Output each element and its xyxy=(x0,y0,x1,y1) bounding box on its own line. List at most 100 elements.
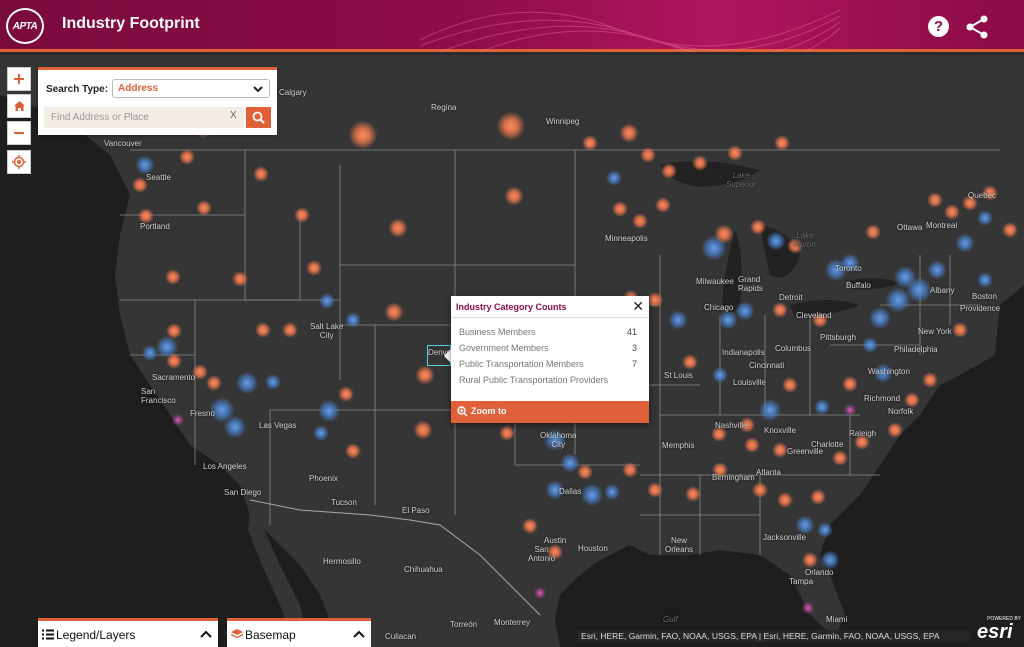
member-marker[interactable] xyxy=(820,550,840,570)
member-marker[interactable] xyxy=(166,353,182,369)
member-marker[interactable] xyxy=(415,365,435,385)
zoom-to-button[interactable]: Zoom to xyxy=(451,401,649,423)
member-marker[interactable] xyxy=(206,375,222,391)
member-marker[interactable] xyxy=(682,354,698,370)
member-marker[interactable] xyxy=(927,260,947,280)
basemap-button[interactable]: Basemap xyxy=(227,618,371,647)
member-marker[interactable] xyxy=(922,372,938,388)
member-marker[interactable] xyxy=(944,204,960,220)
member-marker[interactable] xyxy=(952,322,968,338)
member-marker[interactable] xyxy=(647,292,663,308)
member-marker[interactable] xyxy=(622,462,638,478)
member-marker[interactable] xyxy=(306,260,322,276)
member-marker[interactable] xyxy=(345,443,361,459)
member-marker[interactable] xyxy=(582,135,598,151)
member-marker[interactable] xyxy=(655,197,671,213)
member-marker[interactable] xyxy=(661,163,677,179)
member-marker[interactable] xyxy=(692,155,708,171)
member-marker[interactable] xyxy=(255,322,271,338)
member-marker[interactable] xyxy=(135,155,155,175)
member-marker[interactable] xyxy=(606,170,622,186)
search-type-select[interactable]: Address xyxy=(112,79,270,98)
member-marker[interactable] xyxy=(265,374,281,390)
member-marker[interactable] xyxy=(533,586,547,600)
member-marker[interactable] xyxy=(632,213,648,229)
home-button[interactable] xyxy=(7,94,31,118)
member-marker[interactable] xyxy=(685,486,701,502)
member-marker[interactable] xyxy=(668,310,688,330)
member-marker[interactable] xyxy=(752,482,768,498)
member-marker[interactable] xyxy=(772,442,788,458)
member-marker[interactable] xyxy=(253,166,269,182)
member-marker[interactable] xyxy=(577,464,593,480)
member-marker[interactable] xyxy=(338,386,354,402)
member-marker[interactable] xyxy=(862,337,878,353)
member-marker[interactable] xyxy=(842,376,858,392)
member-marker[interactable] xyxy=(744,437,760,453)
member-marker[interactable] xyxy=(294,207,310,223)
member-marker[interactable] xyxy=(282,322,298,338)
search-button[interactable] xyxy=(246,107,271,128)
member-marker[interactable] xyxy=(868,306,892,330)
member-marker[interactable] xyxy=(782,377,798,393)
help-circle-icon[interactable]: ? xyxy=(928,16,949,37)
member-marker[interactable] xyxy=(774,135,790,151)
close-icon[interactable]: ✕ xyxy=(632,298,644,315)
member-marker[interactable] xyxy=(758,398,782,422)
member-marker[interactable] xyxy=(388,218,408,238)
member-marker[interactable] xyxy=(619,123,639,143)
member-marker[interactable] xyxy=(777,492,793,508)
zoom-out-button[interactable] xyxy=(7,121,31,145)
member-marker[interactable] xyxy=(580,483,604,507)
member-marker[interactable] xyxy=(1002,222,1018,238)
zoom-in-button[interactable] xyxy=(7,67,31,91)
member-marker[interactable] xyxy=(235,371,259,395)
clear-search-button[interactable]: X xyxy=(230,110,237,121)
member-marker[interactable] xyxy=(802,552,818,568)
member-marker[interactable] xyxy=(887,422,903,438)
member-marker[interactable] xyxy=(712,367,728,383)
member-marker[interactable] xyxy=(179,149,195,165)
member-marker[interactable] xyxy=(640,147,656,163)
member-marker[interactable] xyxy=(647,482,663,498)
share-icon[interactable] xyxy=(964,14,990,40)
member-marker[interactable] xyxy=(865,224,881,240)
member-marker[interactable] xyxy=(319,293,335,309)
member-marker[interactable] xyxy=(718,310,738,330)
member-marker[interactable] xyxy=(832,450,848,466)
member-marker[interactable] xyxy=(735,301,755,321)
member-marker[interactable] xyxy=(714,224,734,244)
member-marker[interactable] xyxy=(499,425,515,441)
member-marker[interactable] xyxy=(560,453,580,473)
member-marker[interactable] xyxy=(814,399,830,415)
member-marker[interactable] xyxy=(750,219,766,235)
member-marker[interactable] xyxy=(612,201,628,217)
member-marker[interactable] xyxy=(223,415,247,439)
member-marker[interactable] xyxy=(977,210,993,226)
member-marker[interactable] xyxy=(165,269,181,285)
member-marker[interactable] xyxy=(727,145,743,161)
member-marker[interactable] xyxy=(885,287,911,313)
member-marker[interactable] xyxy=(504,186,524,206)
member-marker[interactable] xyxy=(522,518,538,534)
member-marker[interactable] xyxy=(843,403,857,417)
member-marker[interactable] xyxy=(413,420,433,440)
member-marker[interactable] xyxy=(766,231,786,251)
member-marker[interactable] xyxy=(955,233,975,253)
legend-layers-button[interactable]: Legend/Layers xyxy=(38,618,218,647)
member-marker[interactable] xyxy=(171,413,185,427)
member-marker[interactable] xyxy=(817,522,833,538)
member-marker[interactable] xyxy=(801,601,815,615)
locate-button[interactable] xyxy=(7,150,31,174)
member-marker[interactable] xyxy=(772,302,788,318)
member-marker[interactable] xyxy=(795,515,815,535)
member-marker[interactable] xyxy=(604,484,620,500)
member-marker[interactable] xyxy=(927,192,943,208)
member-marker[interactable] xyxy=(142,345,158,361)
member-marker[interactable] xyxy=(348,120,378,150)
member-marker[interactable] xyxy=(384,302,404,322)
member-marker[interactable] xyxy=(496,111,526,141)
member-marker[interactable] xyxy=(313,425,329,441)
member-marker[interactable] xyxy=(345,312,361,328)
member-marker[interactable] xyxy=(977,272,993,288)
